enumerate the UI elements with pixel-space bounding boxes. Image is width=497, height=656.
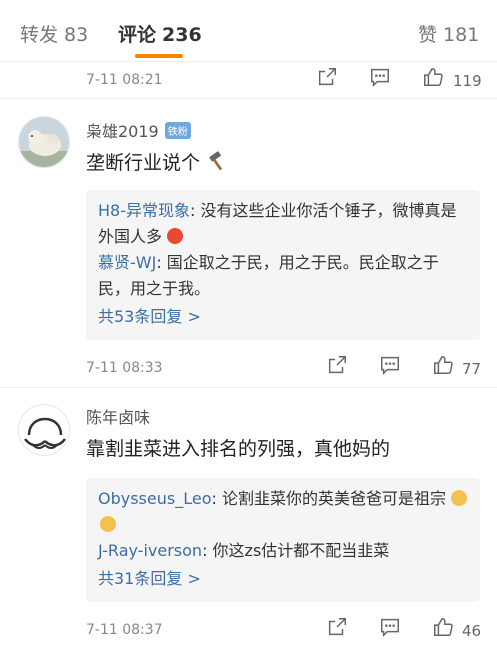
reply-box: H8-异常现象: 没有这些企业你活个锤子，微博真是外国人多 慕贤-WJ: 国企取… bbox=[86, 190, 480, 340]
tab-like-count: 181 bbox=[443, 24, 480, 46]
tab-repost[interactable]: 转发 83 bbox=[20, 20, 88, 47]
reply-username[interactable]: J-Ray-iverson bbox=[98, 541, 202, 560]
tab-comment[interactable]: 评论 236 bbox=[118, 20, 202, 47]
comment-item: 枭雄2019 铁粉 垄断行业说个 H8-异常现象: 没有这些企业你活个锤子，微博真… bbox=[0, 112, 497, 382]
reply-item[interactable]: H8-异常现象: 没有这些企业你活个锤子，微博真是外国人多 bbox=[98, 198, 468, 250]
tab-comment-count: 236 bbox=[162, 24, 202, 46]
comment-time: 7-11 08:33 bbox=[86, 360, 163, 376]
angry-emoji-icon bbox=[167, 228, 184, 244]
dog-emoji-icon bbox=[451, 490, 468, 506]
dog-emoji-icon bbox=[100, 516, 116, 532]
comment-text: 靠割韭菜进入排名的列强，真他妈的 bbox=[86, 438, 391, 460]
divider bbox=[0, 98, 497, 99]
username[interactable]: 陈年卤味 bbox=[86, 404, 150, 428]
more-replies-link[interactable]: 共53条回复 > bbox=[98, 304, 468, 330]
avatar[interactable] bbox=[18, 404, 70, 456]
reply-item[interactable]: Obysseus_Leo: 论割韭菜你的英美爸爸可是祖宗 bbox=[98, 486, 468, 538]
reply-item[interactable]: 慕贤-WJ: 国企取之于民，用之于民。民企取之于民，用之于我。 bbox=[98, 250, 468, 302]
share-icon[interactable] bbox=[326, 616, 352, 642]
like-count: 119 bbox=[453, 72, 482, 90]
like-count: 77 bbox=[462, 360, 482, 378]
comment-item: 陈年卤味 靠割韭菜进入排名的列强，真他妈的 Obysseus_Leo: 论割韭菜… bbox=[0, 398, 497, 656]
tab-repost-count: 83 bbox=[64, 24, 89, 46]
tab-repost-label: 转发 bbox=[20, 24, 59, 46]
like-icon[interactable] bbox=[432, 354, 458, 380]
reply-username[interactable]: Obysseus_Leo bbox=[98, 489, 211, 508]
more-replies-link[interactable]: 共31条回复 > bbox=[98, 566, 468, 592]
username-text: 枭雄2019 bbox=[86, 122, 159, 141]
reply-username[interactable]: H8-异常现象 bbox=[98, 201, 190, 220]
reply-box: Obysseus_Leo: 论割韭菜你的英美爸爸可是祖宗 J-Ray-ivers… bbox=[86, 478, 480, 602]
reply-username[interactable]: 慕贤-WJ bbox=[98, 253, 156, 272]
like-count: 46 bbox=[462, 622, 482, 640]
share-icon[interactable] bbox=[326, 354, 352, 380]
comment-time: 7-11 08:21 bbox=[86, 72, 163, 88]
like-icon[interactable] bbox=[432, 616, 458, 642]
reply-item[interactable]: J-Ray-iverson: 你这zs估计都不配当韭菜 bbox=[98, 538, 468, 564]
tab-like[interactable]: 赞 181 bbox=[418, 20, 479, 47]
username[interactable]: 枭雄2019 铁粉 bbox=[86, 118, 191, 142]
comment-icon[interactable] bbox=[379, 616, 405, 642]
hammer-icon bbox=[206, 150, 228, 177]
like-icon[interactable] bbox=[422, 66, 448, 92]
divider bbox=[0, 387, 497, 388]
comment-text-content: 垄断行业说个 bbox=[86, 152, 201, 174]
share-icon[interactable] bbox=[316, 66, 342, 92]
comment-action-bar: 7-11 08:37 46 bbox=[0, 616, 497, 646]
comment-icon[interactable] bbox=[369, 66, 395, 92]
comment-action-bar: 7-11 08:33 77 bbox=[0, 354, 497, 384]
active-tab-indicator bbox=[135, 54, 183, 58]
tab-like-label: 赞 bbox=[418, 24, 438, 46]
avatar[interactable] bbox=[18, 116, 70, 168]
comment-action-bar: 7-11 08:21 119 bbox=[0, 66, 497, 96]
comment-tabs: 转发 83 评论 236 赞 181 bbox=[0, 0, 497, 62]
reply-text: : 论割韭菜你的英美爸爸可是祖宗 bbox=[211, 489, 446, 508]
comment-text: 垄断行业说个 bbox=[86, 148, 228, 177]
comment-icon[interactable] bbox=[379, 354, 405, 380]
tab-comment-label: 评论 bbox=[118, 24, 157, 46]
reply-text: : 你这zs估计都不配当韭菜 bbox=[202, 541, 390, 560]
fan-badge: 铁粉 bbox=[164, 122, 191, 139]
comment-time: 7-11 08:37 bbox=[86, 622, 163, 638]
